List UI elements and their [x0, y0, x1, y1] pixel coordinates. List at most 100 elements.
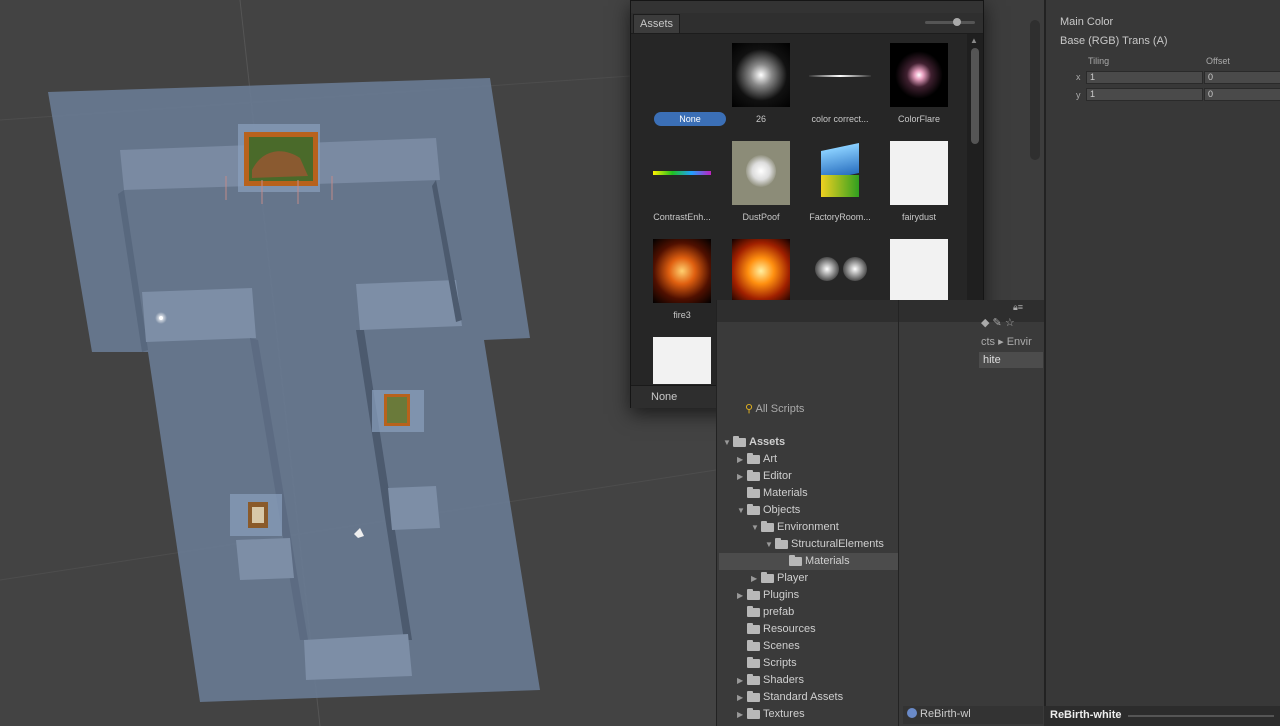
inspector-panel: Main Color Base (RGB) Trans (A) Tiling O…	[1044, 0, 1280, 726]
collapsed-arrow-icon[interactable]: ▶	[737, 706, 743, 723]
folder-item[interactable]: ▶ Standard Assets	[719, 689, 899, 706]
asset-item[interactable]: fire3	[641, 232, 715, 326]
inspector-scrollbar[interactable]	[1030, 20, 1040, 160]
thumbnail-size-slider[interactable]	[925, 18, 975, 26]
asset-item[interactable]: None	[641, 36, 726, 130]
folder-item[interactable]: prefab	[719, 604, 899, 621]
expanded-arrow-icon[interactable]: ▼	[765, 536, 773, 553]
asset-item[interactable]: 26	[720, 36, 794, 130]
asset-item[interactable]: FactoryRoom...	[799, 134, 873, 228]
asset-thumbnail	[653, 239, 711, 303]
folder-label: Plugins	[763, 589, 800, 601]
folder-icon	[747, 453, 760, 464]
asset-thumbnail	[811, 239, 869, 303]
expanded-arrow-icon[interactable]: ▼	[737, 502, 745, 519]
folder-label: Objects	[763, 504, 801, 516]
folder-icon	[761, 521, 774, 532]
folder-item[interactable]: ▶ Plugins	[719, 587, 899, 604]
folder-item[interactable]: Materials	[719, 553, 899, 570]
scroll-up-icon[interactable]: ▲	[970, 36, 978, 45]
folder-icon	[761, 572, 774, 583]
collapsed-arrow-icon[interactable]: ▶	[737, 672, 743, 689]
folder-label: Resources	[763, 623, 816, 635]
asset-item[interactable]: fairydust	[878, 134, 952, 228]
asset-thumbnail	[811, 141, 869, 205]
asset-label: FactoryRoom...	[809, 212, 871, 222]
collapsed-arrow-icon[interactable]: ▶	[737, 451, 743, 468]
main-color-label: Main Color	[1060, 16, 1114, 28]
y-label: y	[1076, 90, 1081, 100]
folder-item[interactable]: ▶ Textures	[719, 706, 899, 723]
collapsed-arrow-icon[interactable]: ▶	[737, 689, 743, 706]
folder-icon	[747, 674, 760, 685]
folder-item[interactable]: ▶ Art	[719, 451, 899, 468]
folder-icon	[789, 555, 802, 566]
folder-item[interactable]: Scenes	[719, 638, 899, 655]
folder-item[interactable]: Materials	[719, 485, 899, 502]
scene-view[interactable]	[0, 0, 716, 726]
filter-type-icon[interactable]: ◆	[981, 317, 989, 329]
folder-item[interactable]: Resources	[719, 621, 899, 638]
expanded-arrow-icon[interactable]: ▼	[751, 519, 759, 536]
asset-item[interactable]: ColorFlare	[878, 36, 952, 130]
collapsed-arrow-icon[interactable]: ▶	[737, 468, 743, 485]
scene-geometry	[0, 0, 716, 726]
folder-icon	[747, 589, 760, 600]
asset-label: ContrastEnh...	[653, 212, 711, 222]
asset-label: ColorFlare	[897, 114, 940, 124]
collapsed-arrow-icon[interactable]: ▶	[737, 587, 743, 604]
asset-item[interactable]	[641, 330, 715, 384]
tiling-x-field[interactable]: 1	[1086, 71, 1203, 84]
asset-item[interactable]: DustPoof	[720, 134, 794, 228]
folder-label: Scripts	[763, 657, 797, 669]
asset-list-bottom: ReBirth-wl	[903, 706, 1043, 724]
folder-item[interactable]: ▼ Assets	[719, 434, 899, 451]
offset-y-field[interactable]: 0	[1204, 88, 1280, 101]
asset-thumbnail	[809, 43, 871, 107]
folder-item[interactable]: Scripts	[719, 655, 899, 672]
lock-icon[interactable]: 🔒︎≡	[1013, 302, 1023, 313]
folder-item[interactable]: ▼ Environment	[719, 519, 899, 536]
folder-item[interactable]: ▼ Objects	[719, 502, 899, 519]
inspector-preview-bar: ReBirth-white	[1044, 706, 1280, 726]
asset-thumbnail	[732, 239, 790, 303]
asset-thumbnail	[653, 141, 711, 205]
project-column-divider[interactable]	[898, 300, 899, 726]
asset-thumbnail	[732, 141, 790, 205]
folder-icon	[775, 538, 788, 549]
tab-assets[interactable]: Assets	[633, 14, 681, 33]
preview-divider[interactable]	[1128, 715, 1274, 717]
tiling-y-field[interactable]: 1	[1086, 88, 1203, 101]
selected-asset-row[interactable]: hite	[979, 352, 1043, 368]
expanded-arrow-icon[interactable]: ▼	[723, 434, 731, 451]
offset-x-field[interactable]: 0	[1204, 71, 1280, 84]
folder-item[interactable]: ▼ StructuralElements	[719, 536, 899, 553]
asset-item[interactable]: color correct...	[799, 36, 873, 130]
folder-label: Player	[777, 572, 809, 584]
bottom-asset-name[interactable]: ReBirth-wl	[920, 708, 971, 720]
base-texture-label: Base (RGB) Trans (A)	[1060, 35, 1168, 47]
folder-item[interactable]: ▶ Shaders	[719, 672, 899, 689]
tiling-label: Tiling	[1088, 56, 1110, 66]
folder-label: Shaders	[763, 674, 804, 686]
asset-thumbnail	[653, 337, 711, 384]
filter-icons[interactable]: ◆ ✎ ☆	[981, 316, 1015, 329]
tag-icon[interactable]: ✎	[993, 317, 1002, 329]
asset-thumbnail	[890, 43, 948, 107]
asset-label: fire3	[673, 310, 691, 320]
folder-label: Textures	[763, 708, 805, 720]
folder-icon	[747, 623, 760, 634]
folder-item[interactable]: ▶ Editor	[719, 468, 899, 485]
asset-label: color correct...	[811, 114, 869, 124]
favorite-star-icon[interactable]: ☆	[1005, 317, 1015, 329]
folder-label: Scenes	[763, 640, 800, 652]
slider-knob[interactable]	[953, 18, 961, 26]
asset-item[interactable]: ContrastEnh...	[641, 134, 715, 228]
folder-item[interactable]: ▶ Player	[719, 570, 899, 587]
folder-label: Standard Assets	[763, 691, 844, 703]
collapsed-arrow-icon[interactable]: ▶	[751, 570, 757, 587]
folder-label: Materials	[763, 487, 808, 499]
folder-label: StructuralElements	[791, 538, 884, 550]
path-breadcrumb[interactable]: cts ▸ Envir	[981, 335, 1032, 348]
scrollbar-thumb[interactable]	[971, 48, 979, 144]
